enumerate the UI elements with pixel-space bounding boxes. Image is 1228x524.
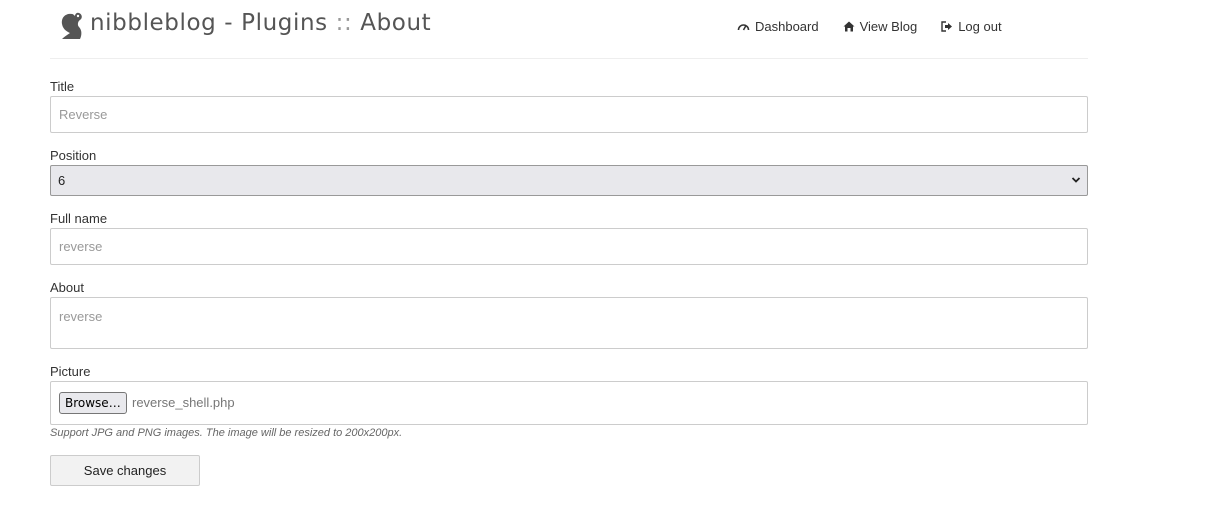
page-title: nibbleblog - Plugins :: About (90, 10, 431, 36)
home-icon (843, 21, 855, 32)
selected-file-name: reverse_shell.php (132, 395, 235, 410)
chevron-down-icon (1071, 177, 1081, 183)
position-selected-value: 6 (58, 173, 66, 188)
page-name: About (360, 10, 432, 36)
nav-view-blog-label: View Blog (859, 19, 918, 34)
picture-file-input: Browse… reverse_shell.php (50, 381, 1088, 425)
brand-name: nibbleblog (90, 10, 217, 36)
position-select[interactable]: 6 (50, 165, 1088, 196)
path-separator: :: (335, 10, 353, 36)
about-label: About (50, 280, 84, 295)
fullname-label: Full name (50, 211, 108, 226)
about-textarea[interactable]: reverse (50, 297, 1088, 349)
save-changes-button[interactable]: Save changes (50, 455, 200, 486)
picture-hint: Support JPG and PNG images. The image wi… (50, 427, 403, 439)
squirrel-logo-icon (61, 12, 82, 40)
top-nav: Dashboard View Blog Log out (737, 19, 1026, 34)
nav-log-out[interactable]: Log out (941, 19, 1002, 34)
fullname-input[interactable]: reverse (50, 228, 1088, 265)
title-separator: - (224, 10, 234, 36)
title-label: Title (50, 79, 75, 94)
nav-dashboard-label: Dashboard (755, 19, 819, 34)
picture-label: Picture (50, 364, 91, 379)
browse-button[interactable]: Browse… (59, 392, 127, 414)
logout-icon (941, 21, 953, 32)
nav-log-out-label: Log out (958, 19, 1002, 34)
nav-view-blog[interactable]: View Blog (843, 19, 918, 34)
section-name: Plugins (241, 10, 328, 36)
nav-dashboard[interactable]: Dashboard (737, 19, 819, 34)
dashboard-icon (737, 24, 750, 31)
position-label: Position (50, 148, 97, 163)
title-input[interactable]: Reverse (50, 96, 1088, 133)
